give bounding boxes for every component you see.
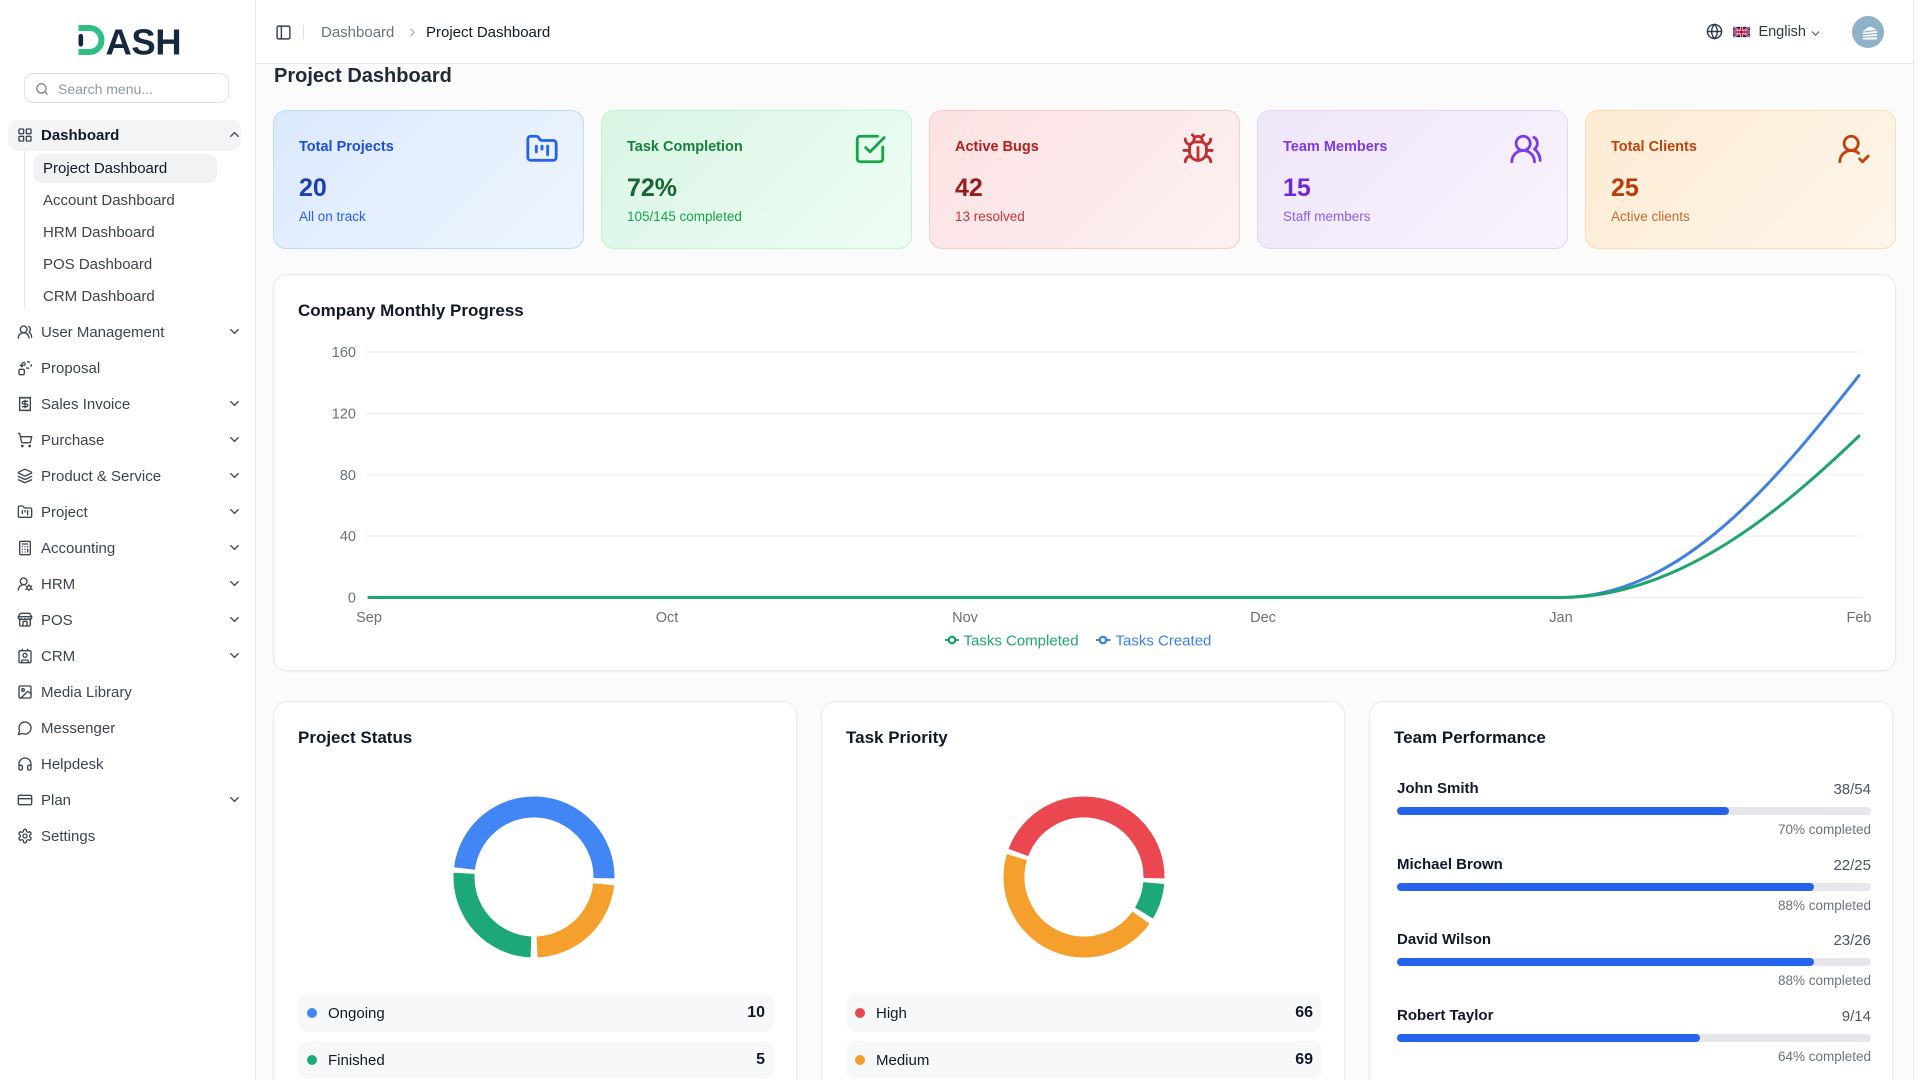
svg-text:Nov: Nov [952, 610, 979, 626]
svg-text:Jan: Jan [1549, 610, 1572, 626]
svg-text:Oct: Oct [656, 610, 679, 626]
svg-text:40: 40 [340, 529, 356, 545]
svg-text:80: 80 [340, 468, 356, 484]
svg-text:Tasks Created: Tasks Created [1116, 633, 1212, 650]
svg-text:160: 160 [332, 345, 356, 361]
svg-text:Dec: Dec [1250, 610, 1276, 626]
svg-text:Feb: Feb [1847, 610, 1872, 626]
svg-text:Tasks Completed: Tasks Completed [964, 633, 1079, 650]
svg-text:120: 120 [332, 407, 356, 423]
svg-text:ASH: ASH [106, 22, 182, 62]
svg-text:0: 0 [348, 591, 356, 607]
svg-text:Sep: Sep [356, 610, 382, 626]
